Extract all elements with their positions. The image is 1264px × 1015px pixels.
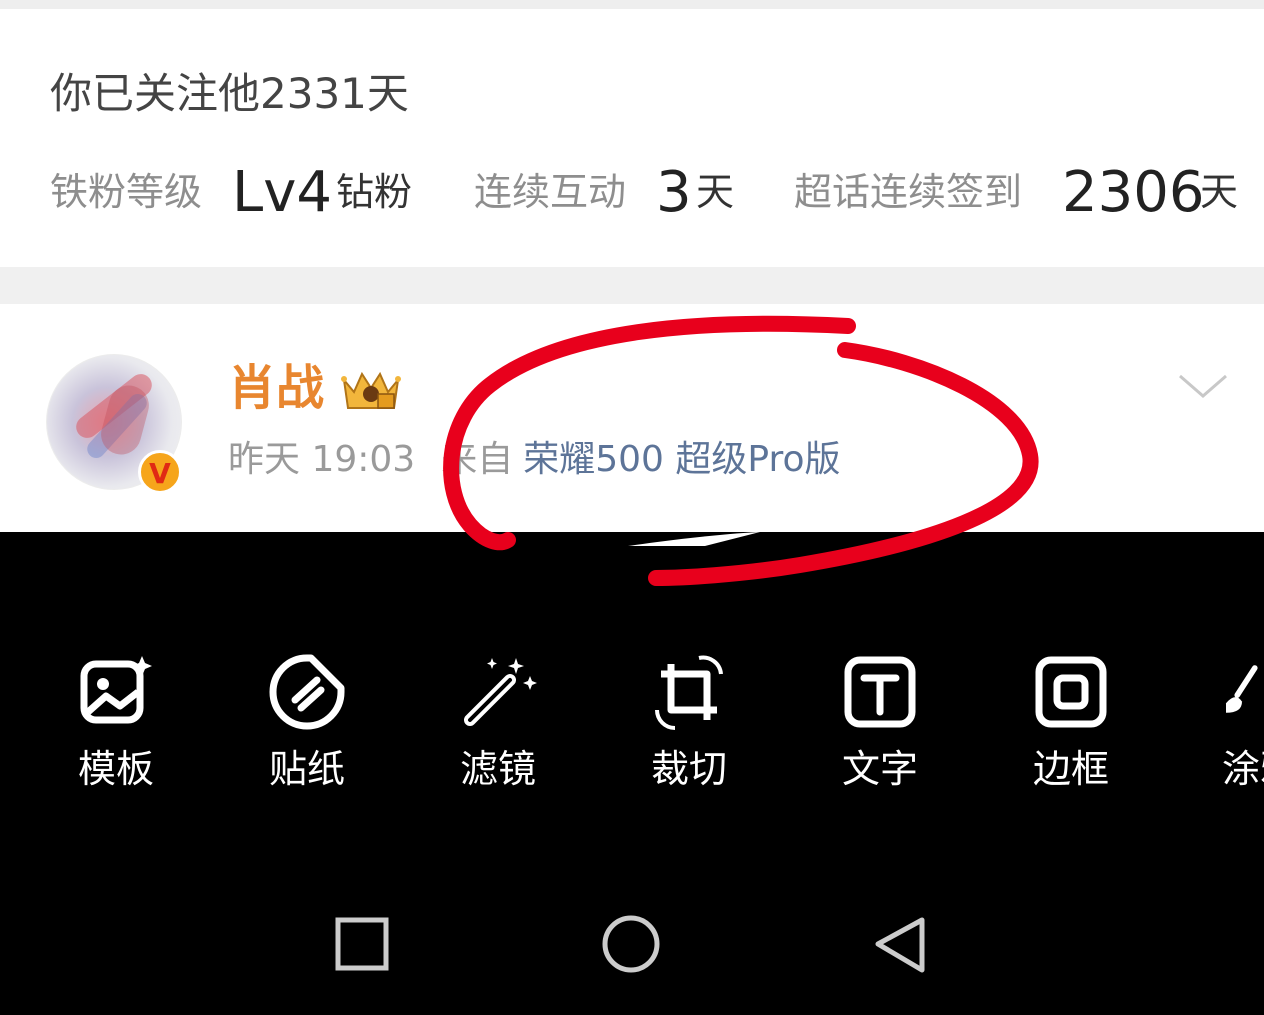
crown-badge-icon[interactable] bbox=[340, 366, 402, 412]
iron-fan-label: 铁粉等级 bbox=[50, 170, 203, 214]
filter-wand-icon bbox=[464, 658, 537, 726]
top-divider bbox=[0, 0, 1264, 9]
brush-icon bbox=[1226, 665, 1258, 713]
chevron-down-icon[interactable] bbox=[1176, 370, 1230, 402]
post-meta: 昨天 19:03 来自 荣耀500 超级Pro版 bbox=[228, 438, 841, 482]
user-name[interactable]: 肖战 bbox=[228, 359, 324, 417]
tool-filter[interactable]: 滤镜 bbox=[438, 652, 558, 812]
follow-days-text: 你已关注他2331天 bbox=[50, 69, 409, 118]
section-separator bbox=[0, 267, 1264, 305]
checkin-label: 超话连续签到 bbox=[794, 170, 1023, 214]
tool-text[interactable]: 文字 bbox=[820, 652, 940, 812]
template-icon bbox=[80, 656, 152, 724]
device-source-link[interactable]: 荣耀500 超级Pro版 bbox=[523, 439, 840, 480]
tool-label: 文字 bbox=[841, 747, 918, 791]
frame-icon bbox=[1035, 656, 1107, 728]
tool-label: 模板 bbox=[77, 747, 154, 791]
post-time: 昨天 19:03 bbox=[228, 439, 416, 480]
square-icon[interactable] bbox=[330, 912, 394, 976]
tool-label: 滤镜 bbox=[459, 747, 536, 791]
crop-icon bbox=[655, 655, 723, 730]
tool-label: 涂鸦 bbox=[1222, 747, 1264, 791]
tool-sticker[interactable]: 贴纸 bbox=[247, 652, 367, 812]
tool-label: 裁切 bbox=[650, 747, 727, 791]
interaction-unit: 天 bbox=[696, 170, 735, 214]
triangle-back-icon[interactable] bbox=[868, 912, 932, 976]
tool-template[interactable]: 模板 bbox=[56, 652, 176, 812]
iron-fan-level: Lv4 bbox=[232, 160, 332, 225]
tool-doodle[interactable]: 涂鸦 bbox=[1200, 652, 1264, 812]
tool-frame[interactable]: 边框 bbox=[1011, 652, 1131, 812]
fan-status-card: 你已关注他2331天 铁粉等级 Lv4 钻粉 连续互动 3 天 超话连续签到 2… bbox=[0, 9, 1264, 267]
source-label: 来自 bbox=[441, 439, 514, 480]
post-header: V 肖战 昨天 19:03 来自 荣耀500 超级Pro版 bbox=[0, 304, 1264, 532]
text-icon bbox=[844, 656, 916, 728]
tool-label: 边框 bbox=[1032, 747, 1109, 791]
circle-icon[interactable] bbox=[599, 912, 663, 976]
checkin-days: 2306 bbox=[1062, 160, 1205, 225]
verified-badge-icon: V bbox=[138, 450, 182, 494]
edit-toolbar: 模板 贴纸 滤镜 裁切 文字 边框 涂 bbox=[0, 532, 1264, 1015]
iron-fan-tier: 钻粉 bbox=[336, 170, 413, 214]
checkin-unit: 天 bbox=[1200, 170, 1239, 214]
sticker-icon bbox=[269, 654, 345, 730]
interaction-days: 3 bbox=[656, 160, 692, 225]
tool-crop[interactable]: 裁切 bbox=[629, 652, 749, 812]
interaction-label: 连续互动 bbox=[474, 170, 627, 214]
tool-label: 贴纸 bbox=[268, 747, 345, 791]
